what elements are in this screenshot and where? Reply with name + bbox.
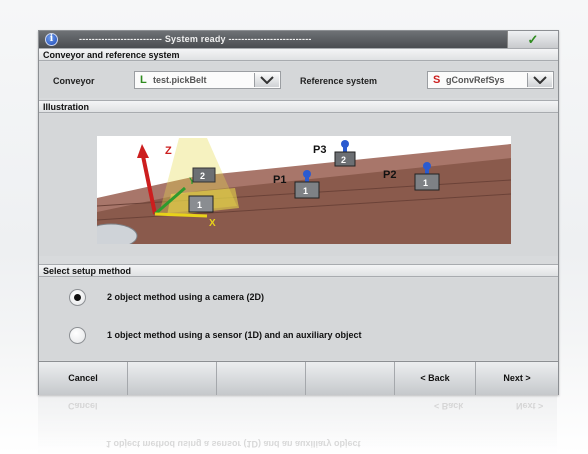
reference-system-select[interactable]: S gConvRefSys: [427, 71, 554, 89]
conveyor-type-letter: L: [140, 74, 147, 86]
p1-box-label: 1: [303, 186, 308, 196]
empty-button-3: [306, 362, 395, 395]
p3-box-label: 2: [341, 155, 346, 165]
radio-2d-camera[interactable]: [69, 289, 86, 306]
back-button[interactable]: < Back: [395, 362, 476, 395]
conveyor-label: Conveyor: [53, 76, 95, 86]
illustration-image: Z Y X 2 1 P3 2 P1 1 P2 1: [84, 136, 512, 249]
checkmark-icon[interactable]: ✓: [507, 31, 558, 48]
p2-label: P2: [383, 169, 396, 181]
reflection-cancel: Cancel: [68, 401, 98, 411]
radio-1d-sensor[interactable]: [69, 327, 86, 344]
conveyor-select[interactable]: L test.pickBelt: [134, 71, 281, 89]
conveyor-section-header: Conveyor and reference system: [39, 48, 558, 61]
box-1-label: 1: [197, 200, 202, 210]
p2-box-label: 1: [423, 178, 428, 188]
x-axis-label: X: [209, 218, 216, 229]
empty-button-1: [128, 362, 217, 395]
next-button[interactable]: Next >: [476, 362, 558, 395]
button-bar: Cancel < Back Next >: [39, 361, 558, 395]
info-icon[interactable]: i: [45, 33, 58, 46]
box-2-label: 2: [200, 171, 205, 181]
radio-selected-dot: [74, 294, 81, 301]
reflection: Cancel < Back Next > 1 object method usi…: [38, 395, 557, 454]
z-axis-label: Z: [165, 145, 172, 157]
title-bar: i -------------------------- System read…: [39, 31, 558, 48]
setup-method-panel: 2 object method using a camera (2D) 1 ob…: [39, 278, 558, 360]
option-2d-camera[interactable]: 2 object method using a camera (2D): [39, 286, 558, 310]
window-title: -------------------------- System ready …: [79, 34, 312, 44]
empty-button-2: [217, 362, 306, 395]
reflection-back: < Back: [434, 401, 464, 411]
chevron-down-icon[interactable]: [527, 73, 552, 87]
reflection-next: Next >: [516, 401, 544, 411]
illustration-section-header: Illustration: [39, 100, 558, 113]
option-1d-sensor-label: 1 object method using a sensor (1D) and …: [107, 330, 362, 340]
conveyor-value: test.pickBelt: [153, 75, 207, 85]
p3-label: P3: [313, 144, 326, 156]
setup-method-section-header: Select setup method: [39, 264, 558, 277]
option-1d-sensor[interactable]: 1 object method using a sensor (1D) and …: [39, 324, 558, 348]
conveyor-panel: Conveyor L test.pickBelt Reference syste…: [39, 62, 558, 98]
reference-value: gConvRefSys: [446, 75, 505, 85]
p1-label: P1: [273, 174, 286, 186]
setup-dialog: i -------------------------- System read…: [38, 30, 559, 395]
cancel-button[interactable]: Cancel: [39, 362, 128, 395]
reference-type-letter: S: [433, 74, 441, 86]
chevron-down-icon[interactable]: [254, 73, 279, 87]
reflection-option-2: 1 object method using a sensor (1D) and …: [106, 439, 361, 449]
reference-system-label: Reference system: [300, 76, 378, 86]
option-2d-camera-label: 2 object method using a camera (2D): [107, 292, 265, 302]
